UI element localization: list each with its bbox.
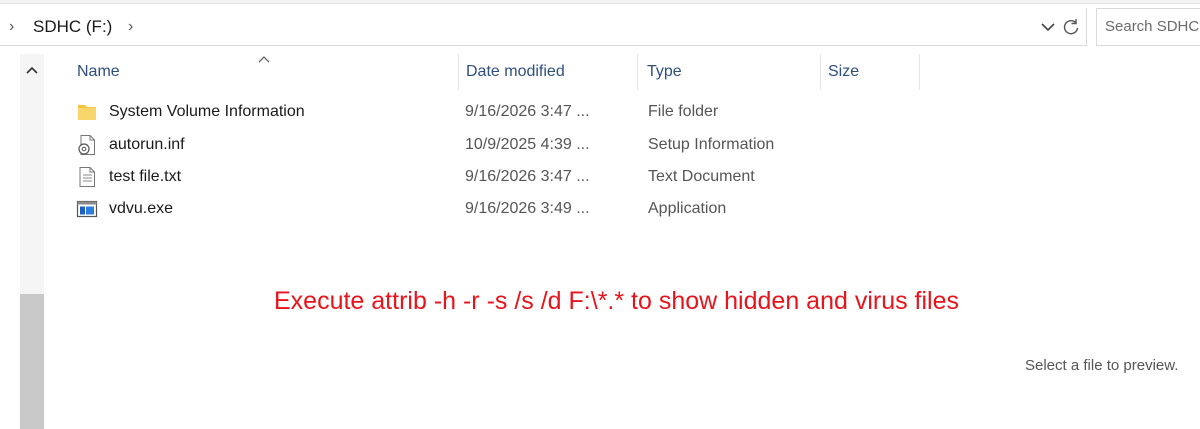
refresh-icon[interactable] bbox=[1060, 16, 1082, 38]
column-header-type[interactable]: Type bbox=[640, 54, 820, 90]
application-icon bbox=[76, 200, 98, 218]
column-divider[interactable] bbox=[637, 54, 638, 90]
column-header-size[interactable]: Size bbox=[821, 54, 919, 90]
scroll-up-arrow-icon[interactable] bbox=[20, 62, 44, 78]
folder-icon bbox=[78, 105, 96, 120]
navigation-pane-scrollbar[interactable] bbox=[20, 54, 44, 429]
file-row[interactable]: test file.txt 9/16/2026 3:47 ... Text Do… bbox=[72, 162, 755, 192]
file-type: Application bbox=[648, 200, 727, 217]
file-type: Text Document bbox=[648, 168, 755, 185]
search-input[interactable] bbox=[1105, 18, 1200, 35]
file-row[interactable]: vdvu.exe 9/16/2026 3:49 ... Application bbox=[72, 194, 726, 224]
file-name: System Volume Information bbox=[109, 103, 305, 120]
annotation-text: Execute attrib -h -r -s /s /d F:\*.* to … bbox=[274, 287, 960, 315]
settings-file-icon bbox=[78, 135, 95, 155]
file-date-modified: 9/16/2026 3:47 ... bbox=[465, 168, 590, 185]
file-date-modified: 9/16/2026 3:49 ... bbox=[465, 200, 590, 217]
file-type: File folder bbox=[648, 103, 719, 120]
preview-pane-message: Select a file to preview. bbox=[1025, 357, 1179, 374]
scrollbar-thumb[interactable] bbox=[20, 294, 44, 429]
address-bar[interactable]: › SDHC (F:) › bbox=[0, 8, 1087, 46]
column-header-date-modified[interactable]: Date modified bbox=[459, 54, 637, 90]
file-name: vdvu.exe bbox=[109, 200, 174, 217]
file-name: autorun.inf bbox=[109, 136, 185, 153]
text-file-icon bbox=[79, 167, 95, 187]
window-top-border bbox=[0, 0, 1200, 4]
file-row[interactable]: autorun.inf 10/9/2025 4:39 ... Setup Inf… bbox=[72, 130, 774, 160]
file-date-modified: 10/9/2025 4:39 ... bbox=[465, 136, 590, 153]
file-type: Setup Information bbox=[648, 136, 775, 153]
file-date-modified: 9/16/2026 3:47 ... bbox=[465, 103, 590, 120]
file-row[interactable]: System Volume Information 9/16/2026 3:47… bbox=[72, 97, 718, 127]
column-header-name[interactable]: Name bbox=[70, 54, 458, 90]
breadcrumb-location[interactable]: SDHC (F:) bbox=[33, 17, 112, 37]
chevron-down-icon[interactable] bbox=[1038, 16, 1058, 38]
column-divider[interactable] bbox=[919, 54, 920, 90]
search-box[interactable] bbox=[1096, 8, 1200, 46]
address-row: › SDHC (F:) › bbox=[0, 8, 1200, 46]
breadcrumb-root-chevron-icon[interactable]: › bbox=[9, 17, 14, 37]
file-name: test file.txt bbox=[109, 168, 182, 185]
breadcrumb-chevron-icon[interactable]: › bbox=[128, 17, 133, 37]
column-header-row: Name Date modified Type Size bbox=[62, 54, 922, 90]
